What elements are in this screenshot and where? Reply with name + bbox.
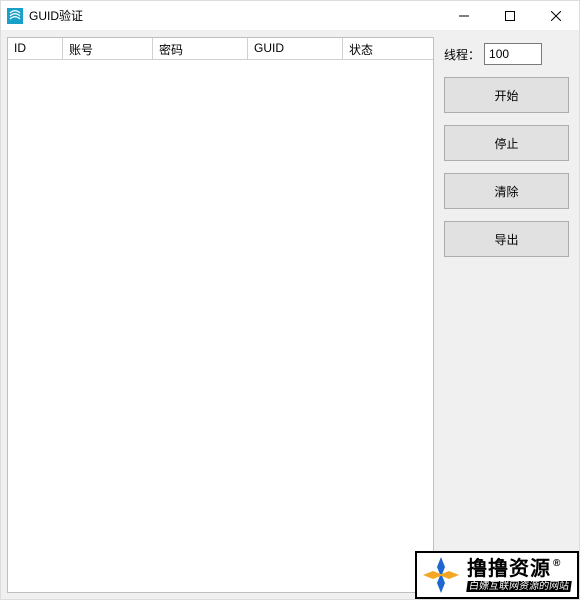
- column-header-status[interactable]: 状态: [343, 38, 433, 59]
- stop-button[interactable]: 停止: [444, 125, 569, 161]
- maximize-button[interactable]: [487, 1, 533, 31]
- thread-input[interactable]: [484, 43, 542, 65]
- start-button[interactable]: 开始: [444, 77, 569, 113]
- thread-row: 线程：: [444, 43, 569, 65]
- watermark-registered-icon: ®: [553, 558, 561, 569]
- window-title: GUID验证: [29, 7, 83, 24]
- column-header-account[interactable]: 账号: [63, 38, 153, 59]
- watermark: 撸撸资源 ® 白嫖互联网资源的网站: [415, 551, 579, 599]
- side-panel: 线程： 开始 停止 清除 导出: [434, 31, 579, 599]
- column-header-guid[interactable]: GUID: [248, 38, 343, 59]
- table-body[interactable]: [8, 60, 433, 592]
- table-header: ID 账号 密码 GUID 状态: [8, 38, 433, 60]
- data-table[interactable]: ID 账号 密码 GUID 状态: [7, 37, 434, 593]
- app-icon: [7, 8, 23, 24]
- minimize-button[interactable]: [441, 1, 487, 31]
- thread-label: 线程：: [444, 46, 480, 63]
- watermark-main-text: 撸撸资源: [467, 558, 551, 580]
- client-area: ID 账号 密码 GUID 状态 线程： 开始 停止 清除 导出: [1, 31, 579, 599]
- column-header-id[interactable]: ID: [8, 38, 63, 59]
- app-window: GUID验证 ID 账号 密码 GUID 状态 线程：: [0, 0, 580, 600]
- column-header-password[interactable]: 密码: [153, 38, 248, 59]
- watermark-text: 撸撸资源 ® 白嫖互联网资源的网站: [467, 558, 571, 592]
- close-button[interactable]: [533, 1, 579, 31]
- titlebar: GUID验证: [1, 1, 579, 31]
- watermark-sub: 白嫖互联网资源的网站: [466, 581, 572, 592]
- clear-button[interactable]: 清除: [444, 173, 569, 209]
- watermark-logo-icon: [421, 555, 461, 595]
- export-button[interactable]: 导出: [444, 221, 569, 257]
- watermark-main: 撸撸资源 ®: [467, 558, 571, 580]
